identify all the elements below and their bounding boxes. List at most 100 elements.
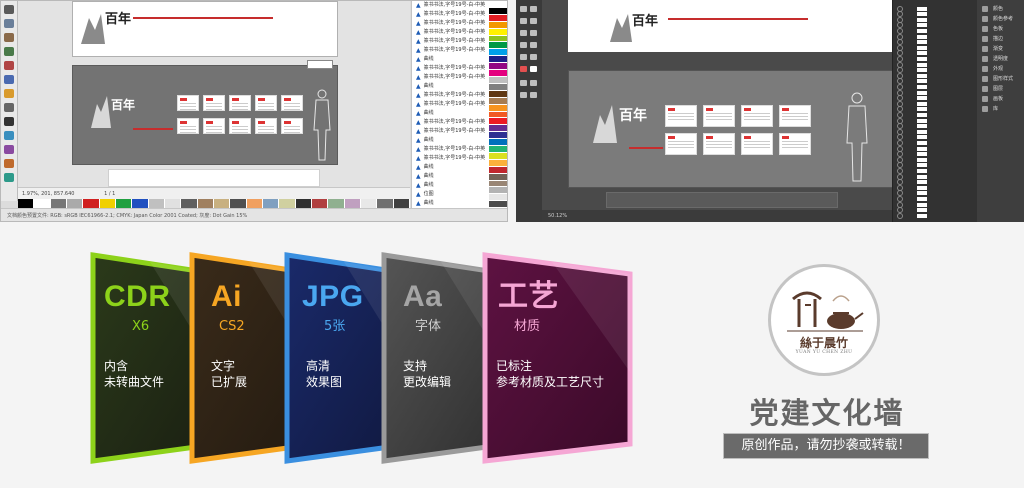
eyedropper-tool-icon[interactable] xyxy=(4,173,14,182)
object-manager-row[interactable]: ▲ 篆书书法,字号19号-白-中英 xyxy=(412,28,490,37)
object-manager-row[interactable]: ▲ 曲线 xyxy=(412,199,490,208)
object-manager-row[interactable]: ▲ 篆书书法,字号19号-白-中英 xyxy=(412,145,490,154)
ai-layer-row[interactable] xyxy=(897,128,971,135)
object-manager-row[interactable]: ▲ 篆书书法,字号19号-白-中英 xyxy=(412,10,490,19)
ai-layer-row[interactable] xyxy=(897,50,971,57)
line-tool-icon[interactable] xyxy=(520,42,527,48)
cdr-page-nav[interactable]: 1 / 1 xyxy=(104,191,115,197)
object-manager-row[interactable]: ▲ 曲线 xyxy=(412,55,490,64)
freehand-tool-icon[interactable] xyxy=(4,61,14,70)
paintbrush-tool-icon[interactable] xyxy=(520,54,527,60)
object-manager-row[interactable]: ▲ 曲线 xyxy=(412,181,490,190)
object-manager-row[interactable]: ▲ 位图 xyxy=(412,190,490,199)
crop-tool-icon[interactable] xyxy=(4,33,14,42)
ai-layer-row[interactable] xyxy=(897,201,971,208)
ai-layer-row[interactable] xyxy=(897,162,971,169)
ai-layer-row[interactable] xyxy=(897,78,971,85)
direct-selection-tool-icon[interactable] xyxy=(530,6,537,12)
visibility-eye-icon[interactable] xyxy=(897,167,903,174)
ai-layer-row[interactable] xyxy=(897,173,971,180)
ai-layer-row[interactable] xyxy=(897,156,971,163)
ai-layer-row[interactable] xyxy=(897,55,971,62)
object-manager-row[interactable]: ▲ 篆书书法,字号19号-白-中英 xyxy=(412,64,490,73)
ai-layer-row[interactable] xyxy=(897,151,971,158)
lasso-tool-icon[interactable] xyxy=(530,18,537,24)
ai-side-panel-item[interactable]: 图层 xyxy=(977,84,1024,94)
ai-layer-row[interactable] xyxy=(897,67,971,74)
ai-side-panel-item[interactable]: 图形样式 xyxy=(977,74,1024,84)
ai-layer-row[interactable] xyxy=(897,61,971,68)
object-manager-row[interactable]: ▲ 篆书书法,字号19号-白-中英 xyxy=(412,100,490,109)
zoom-tool-icon[interactable] xyxy=(4,47,14,56)
scale-tool-icon[interactable] xyxy=(530,80,537,86)
connector-tool-icon[interactable] xyxy=(4,145,14,154)
ai-layer-row[interactable] xyxy=(897,100,971,107)
interactive-fill-icon[interactable] xyxy=(4,159,14,168)
ai-side-panel-item[interactable]: 颜色 xyxy=(977,4,1024,14)
visibility-eye-icon[interactable] xyxy=(897,195,903,202)
ai-layer-row[interactable] xyxy=(897,11,971,18)
object-manager-row[interactable]: ▲ 篆书书法,字号19号-白-中英 xyxy=(412,19,490,28)
visibility-eye-icon[interactable] xyxy=(897,27,903,34)
type-tool-icon[interactable] xyxy=(530,30,537,36)
cdr-color-strip[interactable] xyxy=(18,199,410,208)
rectangle-tool-icon[interactable] xyxy=(530,42,537,48)
ai-layer-row[interactable] xyxy=(897,167,971,174)
selection-tool-icon[interactable] xyxy=(520,6,527,12)
ai-side-panel-item[interactable]: 外观 xyxy=(977,64,1024,74)
hand-tool-icon[interactable] xyxy=(520,92,527,98)
ai-layer-row[interactable] xyxy=(897,145,971,152)
ai-layer-row[interactable] xyxy=(897,123,971,130)
object-manager-row[interactable]: ▲ 篆书书法,字号19号-白-中英 xyxy=(412,1,490,10)
object-manager-row[interactable]: ▲ 曲线 xyxy=(412,163,490,172)
ai-layer-row[interactable] xyxy=(897,44,971,51)
ai-zoom-level[interactable]: 50.12% xyxy=(548,213,567,219)
stroke-color-icon[interactable] xyxy=(530,66,537,72)
object-manager-row[interactable]: ▲ 篆书书法,字号19号-白-中英 xyxy=(412,118,490,127)
ai-layer-row[interactable] xyxy=(897,117,971,124)
ai-layer-row[interactable] xyxy=(897,83,971,90)
visibility-eye-icon[interactable] xyxy=(897,111,903,118)
ai-layer-row[interactable] xyxy=(897,134,971,141)
object-manager-row[interactable]: ▲ 曲线 xyxy=(412,109,490,118)
pick-tool-icon[interactable] xyxy=(4,5,14,14)
ai-side-panel-item[interactable]: 库 xyxy=(977,104,1024,114)
cdr-color-palette[interactable] xyxy=(489,1,507,209)
ai-side-panel-item[interactable]: 颜色参考 xyxy=(977,14,1024,24)
ai-layer-row[interactable] xyxy=(897,16,971,23)
visibility-eye-icon[interactable] xyxy=(897,139,903,146)
ai-layer-row[interactable] xyxy=(897,39,971,46)
shape-tool-icon[interactable] xyxy=(4,19,14,28)
pen-tool-icon[interactable] xyxy=(520,30,527,36)
visibility-eye-icon[interactable] xyxy=(897,55,903,62)
cdr-canvas[interactable]: 百年 百年 xyxy=(18,1,427,187)
object-manager-row[interactable]: ▲ 篆书书法,字号19号-白-中英 xyxy=(412,154,490,163)
ai-layer-row[interactable] xyxy=(897,195,971,202)
ai-layer-row[interactable] xyxy=(897,22,971,29)
ai-layer-row[interactable] xyxy=(897,95,971,102)
object-manager-row[interactable]: ▲ 篆书书法,字号19号-白-中英 xyxy=(412,91,490,100)
rectangle-tool-icon[interactable] xyxy=(4,75,14,84)
ai-layer-row[interactable] xyxy=(897,111,971,118)
magic-wand-tool-icon[interactable] xyxy=(520,18,527,24)
ai-side-panel-item[interactable]: 描边 xyxy=(977,34,1024,44)
rotate-tool-icon[interactable] xyxy=(520,80,527,86)
ai-layer-row[interactable] xyxy=(897,72,971,79)
object-manager-row[interactable]: ▲ 篆书书法,字号19号-白-中英 xyxy=(412,46,490,55)
text-tool-icon[interactable] xyxy=(4,117,14,126)
visibility-eye-icon[interactable] xyxy=(897,83,903,90)
ai-layer-row[interactable] xyxy=(897,106,971,113)
ai-layer-row[interactable] xyxy=(897,207,971,214)
object-manager-row[interactable]: ▲ 篆书书法,字号19号-白-中英 xyxy=(412,73,490,82)
visibility-eye-icon[interactable] xyxy=(897,212,903,219)
object-manager-row[interactable]: ▲ 篆书书法,字号19号-白-中英 xyxy=(412,127,490,136)
fill-color-icon[interactable] xyxy=(520,66,527,72)
object-manager-row[interactable]: ▲ 曲线 xyxy=(412,82,490,91)
ai-layer-row[interactable] xyxy=(897,89,971,96)
polygon-tool-icon[interactable] xyxy=(4,103,14,112)
ai-layer-row[interactable] xyxy=(897,139,971,146)
ellipse-tool-icon[interactable] xyxy=(4,89,14,98)
object-manager-row[interactable]: ▲ 曲线 xyxy=(412,136,490,145)
ai-layer-row[interactable] xyxy=(897,5,971,12)
object-manager-row[interactable]: ▲ 曲线 xyxy=(412,172,490,181)
